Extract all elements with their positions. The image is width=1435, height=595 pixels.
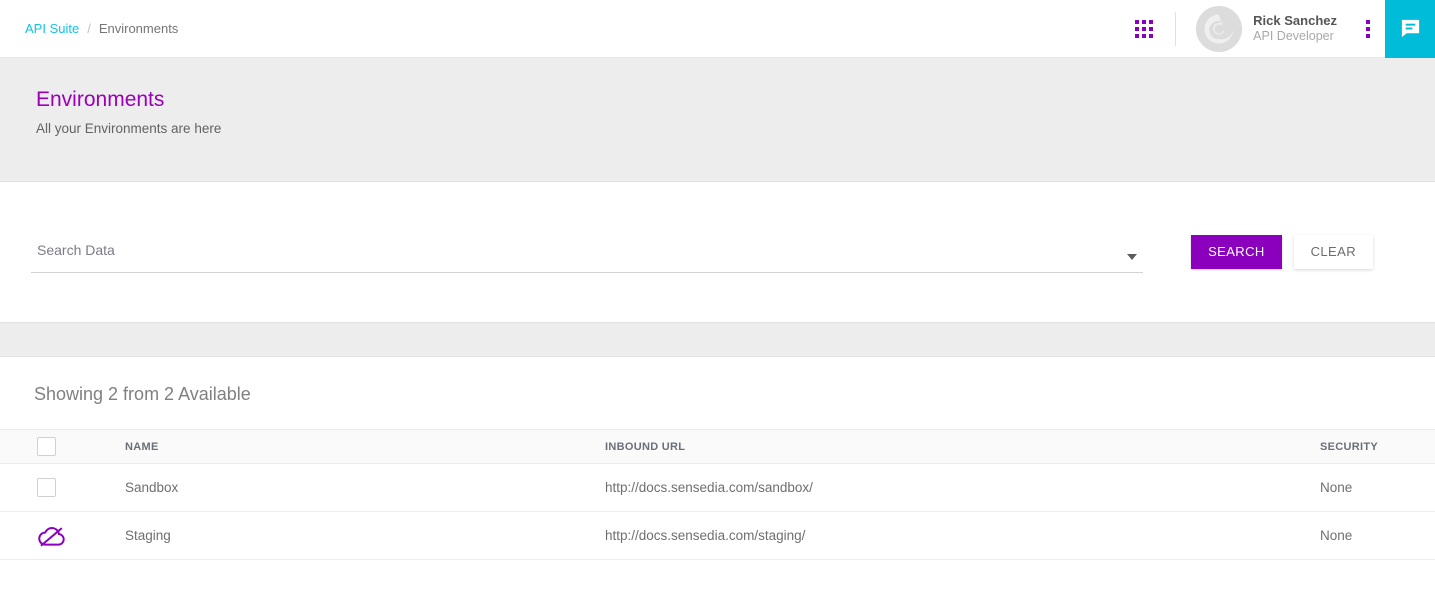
table-header-name[interactable]: NAME <box>125 430 605 464</box>
clear-button[interactable]: CLEAR <box>1294 235 1373 269</box>
avatar-swirl-logo <box>1196 6 1242 52</box>
vertical-dots-icon <box>1366 20 1370 38</box>
row-inbound-url: http://docs.sensedia.com/sandbox/ <box>605 464 1320 512</box>
user-name: Rick Sanchez <box>1253 13 1337 29</box>
breadcrumb-current-environments: Environments <box>99 21 178 36</box>
row-selector-cell <box>0 464 125 512</box>
table-body: Sandbox http://docs.sensedia.com/sandbox… <box>0 464 1435 560</box>
search-section: SEARCH CLEAR <box>0 182 1435 322</box>
avatar <box>1196 6 1242 52</box>
grid-apps-icon <box>1135 20 1153 38</box>
row-name: Staging <box>125 512 605 560</box>
apps-grid-button[interactable] <box>1113 0 1175 58</box>
search-button[interactable]: SEARCH <box>1191 235 1282 269</box>
chevron-down-icon[interactable] <box>1127 254 1137 260</box>
user-role: API Developer <box>1253 29 1337 45</box>
page-title: Environments <box>36 88 1435 112</box>
row-security: None <box>1320 464 1435 512</box>
results-section: Showing 2 from 2 Available NAME INBOUND … <box>0 357 1435 560</box>
row-inbound-url: http://docs.sensedia.com/staging/ <box>605 512 1320 560</box>
row-selector-cell <box>0 512 125 560</box>
section-divider-strip <box>0 322 1435 357</box>
search-field-wrapper <box>31 231 1143 273</box>
breadcrumb-separator: / <box>87 21 91 36</box>
breadcrumb: API Suite / Environments <box>0 21 178 36</box>
results-count: Showing 2 from 2 Available <box>0 384 1435 429</box>
table-row[interactable]: Sandbox http://docs.sensedia.com/sandbox… <box>0 464 1435 512</box>
table-header-row: NAME INBOUND URL SECURITY <box>0 430 1435 464</box>
user-profile-button[interactable]: Rick Sanchez API Developer <box>1176 0 1351 58</box>
cloud-off-icon[interactable] <box>37 524 67 548</box>
environments-table: NAME INBOUND URL SECURITY Sandbox http:/… <box>0 429 1435 560</box>
table-row[interactable]: Staging http://docs.sensedia.com/staging… <box>0 512 1435 560</box>
top-bar-right-controls: Rick Sanchez API Developer <box>1113 0 1435 58</box>
overflow-menu-button[interactable] <box>1351 0 1385 58</box>
page-subtitle: All your Environments are here <box>36 121 1435 136</box>
search-input[interactable] <box>31 242 1143 262</box>
table-header-select-all <box>0 430 125 464</box>
table-header-security[interactable]: SECURITY <box>1320 430 1435 464</box>
top-bar: API Suite / Environments Rick Sanchez AP… <box>0 0 1435 58</box>
user-text-block: Rick Sanchez API Developer <box>1253 13 1337 45</box>
select-all-checkbox[interactable] <box>37 437 56 456</box>
chat-button[interactable] <box>1385 0 1435 58</box>
page-header-band: Environments All your Environments are h… <box>0 58 1435 182</box>
row-security: None <box>1320 512 1435 560</box>
breadcrumb-link-api-suite[interactable]: API Suite <box>25 21 79 36</box>
row-name: Sandbox <box>125 464 605 512</box>
table-header: NAME INBOUND URL SECURITY <box>0 430 1435 464</box>
chat-bubble-icon <box>1399 17 1422 40</box>
table-header-inbound-url[interactable]: INBOUND URL <box>605 430 1320 464</box>
row-checkbox[interactable] <box>37 478 56 497</box>
